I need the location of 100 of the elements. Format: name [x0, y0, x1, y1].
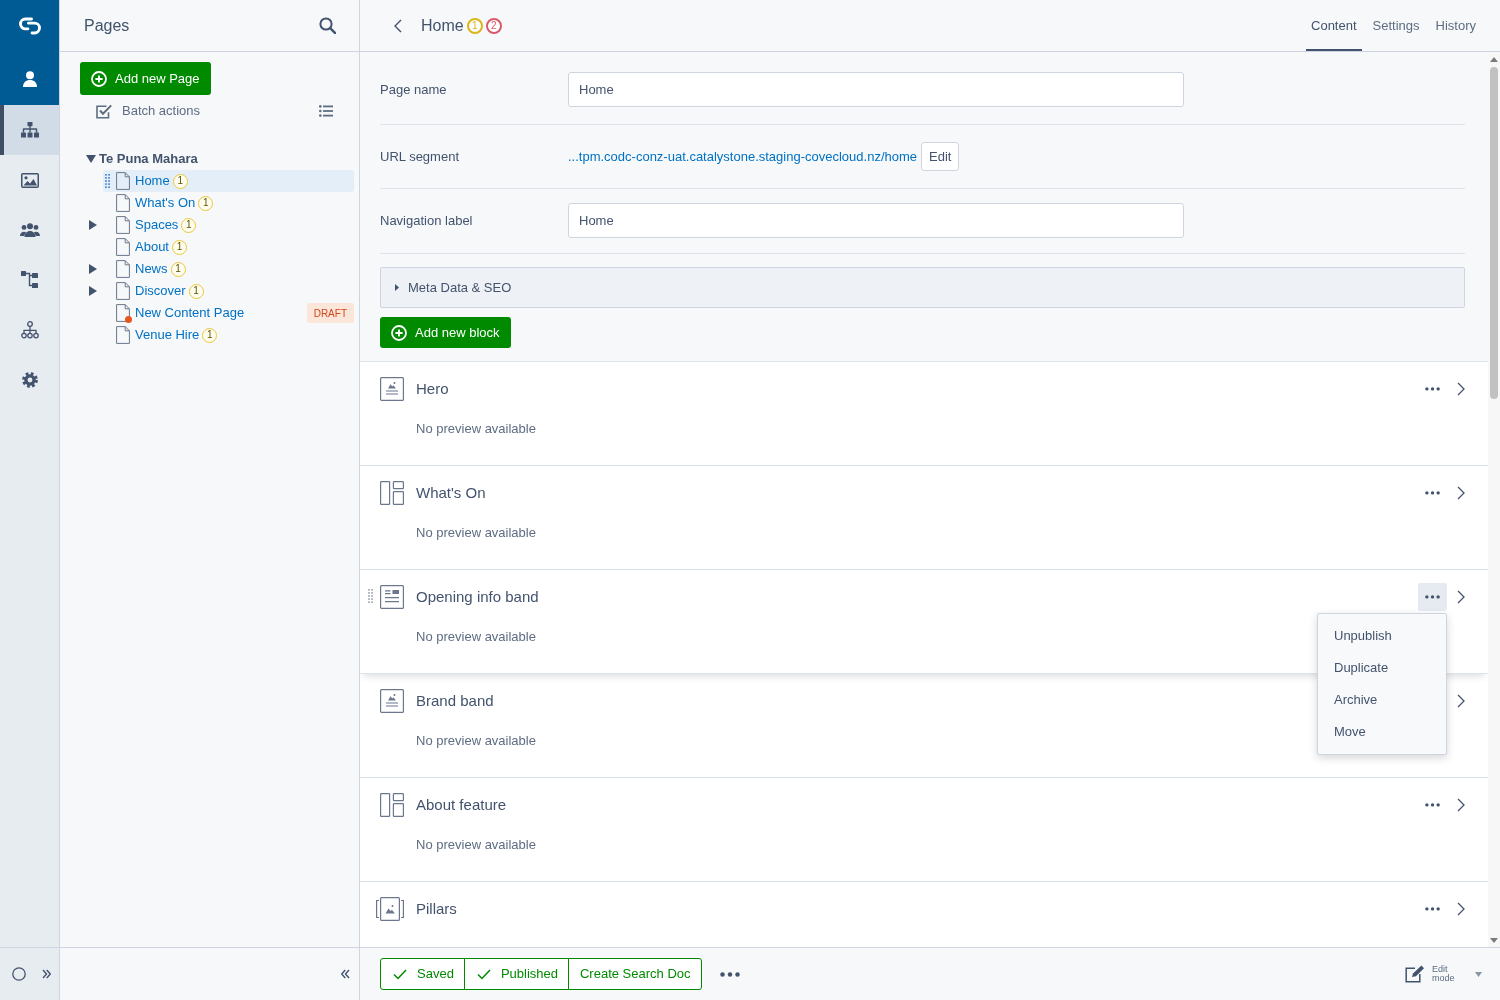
tree-item[interactable]: Home 1: [103, 170, 354, 192]
count-badge: 1: [188, 283, 204, 299]
user-icon: [22, 70, 37, 87]
block-title: What's On: [416, 482, 486, 503]
plus-circle-icon: [91, 70, 107, 87]
hierarchy-icon: [21, 271, 38, 289]
scrollbar-thumb[interactable]: [1490, 67, 1498, 399]
ring-icon[interactable]: [12, 967, 26, 981]
caret-right-icon[interactable]: [89, 286, 97, 296]
banner-image-icon: [380, 689, 404, 713]
logo-icon[interactable]: [17, 17, 42, 35]
image-icon: [20, 172, 39, 188]
nav-button[interactable]: [0, 105, 59, 155]
list-icon[interactable]: [319, 105, 333, 117]
back-icon[interactable]: [394, 18, 402, 33]
count-badge: 1: [466, 17, 483, 34]
banner-image-icon: [380, 377, 404, 401]
status-button[interactable]: Published: [463, 958, 569, 990]
tree-item[interactable]: What's On 1: [103, 192, 354, 214]
tree-item[interactable]: News 1: [103, 258, 354, 280]
sitemap-icon: [20, 122, 39, 138]
more-icon: [1425, 595, 1440, 599]
edit-mode-button[interactable]: Edit mode: [1405, 965, 1482, 983]
block-title: About feature: [416, 794, 507, 815]
site-root-item[interactable]: Te Puna Mahara: [98, 148, 354, 170]
status-tag: DRAFT: [306, 303, 354, 323]
more-button[interactable]: [1418, 583, 1447, 611]
more-icon: [1425, 387, 1440, 391]
caret-right-icon[interactable]: [89, 264, 97, 274]
count-badge: 1: [198, 195, 214, 211]
caret-down-icon[interactable]: [85, 155, 96, 163]
preview-text: No preview available: [416, 420, 536, 438]
preview-text: No preview available: [416, 628, 536, 646]
edit-button[interactable]: Edit: [921, 142, 960, 171]
text-input[interactable]: Home: [568, 72, 1184, 107]
tab[interactable]: History: [1430, 0, 1481, 51]
field-label: Navigation label: [380, 211, 474, 230]
two-column-layout-icon: [380, 793, 404, 817]
chevron-right-icon[interactable]: [1457, 590, 1465, 604]
status-button[interactable]: Create Search Doc: [568, 958, 702, 990]
count-badge: 1: [202, 327, 218, 343]
chevron-right-icon[interactable]: [1457, 382, 1465, 396]
panel-title: Pages: [84, 15, 130, 36]
chevron-right-icon[interactable]: [1457, 798, 1465, 812]
drag-handle-icon[interactable]: [368, 589, 373, 603]
collapsible-panel-toggle[interactable]: Meta Data & SEO: [380, 267, 1465, 308]
chevron-right-icon[interactable]: [1457, 694, 1465, 708]
tree-item[interactable]: Discover 1: [103, 280, 354, 302]
collapse-icon[interactable]: [341, 969, 350, 979]
chevron-right-icon[interactable]: [1457, 902, 1465, 916]
users-icon: [19, 223, 40, 237]
page-icon: [116, 216, 130, 234]
preview-text: No preview available: [416, 732, 536, 750]
url-link[interactable]: ...tpm.codc-conz-uat.catalystone.staging-covecloud.nz/home: [568, 146, 917, 167]
tab[interactable]: Settings: [1367, 0, 1425, 51]
caret-down-icon: [1475, 971, 1482, 977]
scroll-down-icon[interactable]: [1490, 938, 1498, 943]
status-button[interactable]: Saved: [380, 958, 465, 990]
preview-text: No preview available: [416, 836, 536, 854]
text-layout-icon: [380, 585, 404, 609]
caret-right-icon[interactable]: [89, 220, 97, 230]
expand-icon[interactable]: [42, 969, 51, 979]
org-chart-icon: [20, 321, 39, 339]
scroll-up-icon[interactable]: [1490, 57, 1498, 62]
image-carousel-icon: [376, 897, 404, 921]
menu-item[interactable]: Archive: [1318, 684, 1446, 716]
preview-text: No preview available: [416, 524, 536, 542]
block-title: Opening info band: [416, 586, 539, 607]
menu-item[interactable]: Unpublish: [1318, 620, 1446, 652]
page-icon: [116, 172, 130, 190]
tree-item[interactable]: About 1: [103, 236, 354, 258]
page-title: Home: [421, 15, 464, 36]
more-icon: [1425, 803, 1440, 807]
count-badge: 2: [485, 17, 502, 34]
page-icon: [116, 326, 130, 344]
page-icon: [116, 238, 130, 256]
page-icon: [116, 260, 130, 278]
more-icon: [1425, 491, 1440, 495]
drag-handle-icon[interactable]: [105, 174, 110, 188]
chevron-right-icon[interactable]: [1457, 486, 1465, 500]
count-badge: 1: [170, 261, 186, 277]
add-block-button[interactable]: Add new block: [380, 317, 511, 348]
page-icon: [116, 282, 130, 300]
block-title: Hero: [416, 378, 449, 399]
settings-icon: [21, 372, 38, 388]
menu-item[interactable]: Move: [1318, 716, 1446, 748]
checkbox-icon: [96, 103, 112, 119]
plus-circle-icon: [391, 324, 407, 341]
two-column-layout-icon: [380, 481, 404, 505]
more-icon: [719, 971, 740, 977]
tree-item[interactable]: Venue Hire 1: [103, 324, 354, 346]
edit-icon: [1405, 965, 1425, 983]
tree-item[interactable]: Spaces 1: [103, 214, 354, 236]
count-badge: 1: [172, 173, 188, 189]
search-icon[interactable]: [319, 17, 336, 34]
add-page-button[interactable]: Add new Page: [80, 62, 211, 95]
text-input[interactable]: Home: [568, 203, 1184, 238]
batch-actions-button[interactable]: Batch actions: [96, 101, 201, 121]
tree-item[interactable]: New Content Page DRAFT: [103, 302, 354, 324]
count-badge: 1: [181, 217, 197, 233]
